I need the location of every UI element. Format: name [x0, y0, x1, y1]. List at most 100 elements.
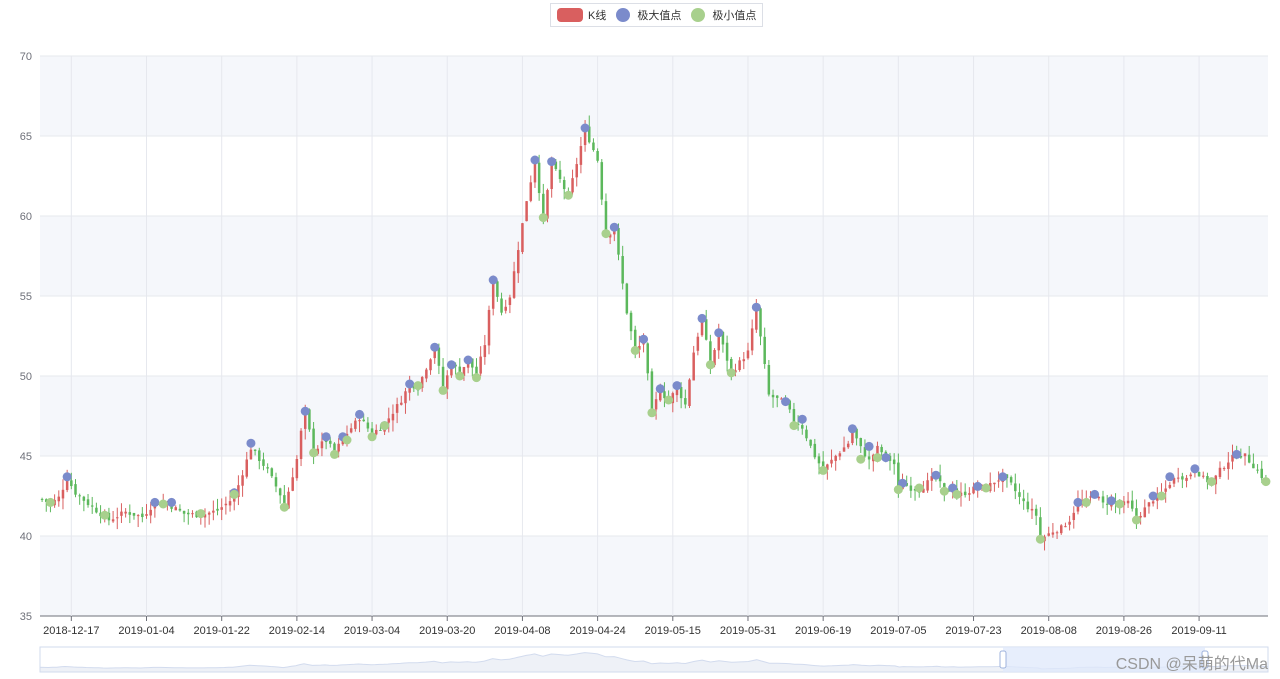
legend-item-max[interactable]: 极大值点: [616, 7, 681, 23]
candle-body: [212, 510, 215, 513]
candle-body: [437, 347, 441, 366]
max-point: [530, 155, 540, 165]
data-zoom-slider[interactable]: [39, 646, 1269, 673]
min-point: [872, 453, 882, 463]
candle-body: [1185, 477, 1188, 481]
min-point: [455, 371, 465, 381]
max-point: [672, 381, 682, 391]
candle-body: [1202, 475, 1205, 477]
candles: [40, 115, 1268, 551]
max-point: [355, 409, 365, 419]
candle-body: [82, 496, 86, 501]
candle-body: [141, 513, 144, 518]
max-point: [973, 481, 983, 491]
min-point: [630, 345, 640, 355]
candle-body: [258, 450, 261, 461]
legend-item-min[interactable]: 极小值点: [691, 7, 756, 23]
min-point: [726, 368, 736, 378]
candle-body: [1130, 500, 1134, 509]
candle-body: [86, 499, 90, 506]
min-point: [438, 385, 448, 395]
candle-body: [116, 517, 119, 519]
min-point: [1261, 477, 1271, 487]
candle-body: [550, 163, 553, 190]
candle-body: [1243, 453, 1247, 457]
candle-body: [968, 493, 971, 495]
candle-body: [1105, 503, 1109, 505]
min-point: [100, 510, 110, 520]
min-point: [196, 509, 206, 519]
candle-body: [516, 250, 520, 274]
max-point: [1073, 497, 1083, 507]
x-tick-label: 2019-07-23: [945, 625, 1001, 637]
candle-body: [500, 298, 503, 313]
candle-body: [362, 419, 365, 422]
y-tick-label: 60: [20, 211, 32, 223]
candle-body: [838, 453, 842, 457]
candle-body: [291, 477, 294, 491]
x-tick-label: 2019-01-04: [118, 625, 174, 637]
legend-kline-label: K线: [588, 10, 607, 22]
candle-body: [78, 495, 81, 497]
candle-body: [846, 443, 850, 448]
candle-body: [429, 359, 432, 371]
x-axis: 2018-12-17 2019-01-04 2019-01-22 2019-02-14…: [43, 616, 1227, 637]
zoom-handle-left: [999, 650, 1007, 669]
max-point: [150, 497, 160, 507]
max-point: [1148, 491, 1158, 501]
candle-body: [249, 449, 253, 460]
min-point: [1035, 534, 1045, 544]
candle-body: [801, 425, 804, 429]
candle-body: [124, 511, 127, 514]
candle-body: [684, 398, 687, 405]
y-tick-label: 55: [20, 291, 32, 303]
min-point: [856, 454, 866, 464]
candle-body: [596, 151, 599, 161]
candle-body: [817, 456, 821, 464]
candle-body: [379, 429, 382, 431]
max-point: [547, 157, 557, 167]
x-tick-label: 2019-04-24: [569, 625, 625, 637]
candle-body: [558, 169, 562, 180]
background-band: [40, 56, 1268, 136]
candle-body: [1168, 484, 1172, 488]
y-tick-label: 45: [20, 451, 32, 463]
candle-body: [483, 345, 487, 358]
candle-body: [767, 365, 771, 395]
x-tick-label: 2019-05-31: [720, 625, 776, 637]
candle-body: [621, 256, 624, 284]
candle-body: [1218, 467, 1222, 477]
max-point: [655, 384, 665, 394]
min-point: [229, 489, 239, 499]
grid-lines: [40, 55, 1268, 617]
candle-body: [993, 482, 996, 485]
candle-body: [1164, 488, 1167, 492]
candle-body: [529, 182, 533, 201]
candle-body: [704, 319, 708, 340]
candle-body: [337, 443, 340, 452]
candle-body: [763, 336, 766, 365]
candle-body: [646, 343, 649, 374]
candle-body: [1068, 521, 1071, 525]
x-tick-label: 2019-01-22: [194, 625, 250, 637]
candle-body: [909, 485, 913, 491]
candle-body: [57, 496, 61, 502]
candle-body: [1014, 483, 1017, 492]
candle-body: [90, 505, 94, 507]
min-point: [789, 421, 799, 431]
background-bands: [40, 56, 1268, 616]
candle-body: [374, 429, 378, 435]
candle-body: [270, 468, 274, 477]
candle-body: [61, 489, 65, 499]
candle-body: [1051, 532, 1055, 535]
max-point: [609, 222, 619, 232]
min-point: [893, 485, 903, 495]
candle-body: [329, 440, 332, 444]
legend-item-kline[interactable]: K线: [557, 7, 606, 23]
candle-body: [132, 512, 136, 516]
y-axis: 35 40 45 50 55 60 65 70: [20, 51, 32, 623]
max-point: [405, 379, 415, 389]
y-tick-label: 40: [20, 531, 32, 543]
candle-body: [1064, 526, 1067, 528]
min-point: [342, 435, 352, 445]
